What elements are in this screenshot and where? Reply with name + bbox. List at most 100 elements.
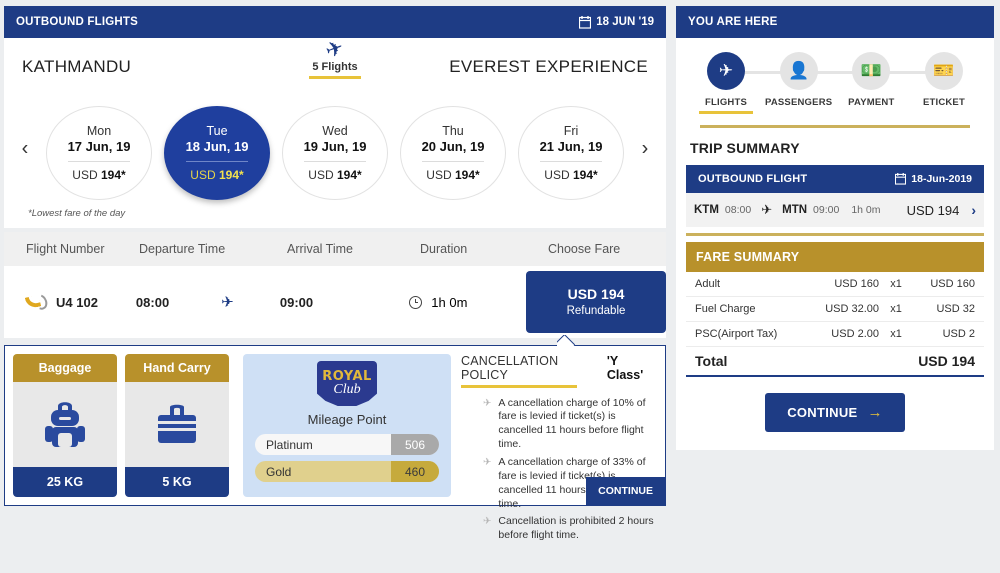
- hand-carry-card: Hand Carry 5 KG: [125, 354, 229, 497]
- duration-cell: 1h 0m: [409, 295, 526, 310]
- baggage-weight: 25 KG: [13, 467, 117, 497]
- policy-continue-button[interactable]: CONTINUE: [586, 477, 665, 505]
- date-option-wed[interactable]: Wed 19 Jun, 19 USD 194*: [282, 106, 388, 200]
- fare-row-qty: x1: [890, 328, 902, 340]
- step-active-underline: [772, 111, 826, 114]
- airplane-icon: ✈: [761, 202, 773, 217]
- fare-total-amount: USD 194: [918, 353, 975, 369]
- policy-items: ✈ A cancellation charge of 10% of fare i…: [461, 397, 657, 544]
- continue-button[interactable]: CONTINUE →: [765, 393, 905, 432]
- continue-button-label: CONTINUE: [787, 405, 858, 420]
- step-active-underline: [699, 111, 753, 114]
- date-option-dow: Wed: [322, 124, 348, 138]
- chevron-right-icon[interactable]: ›: [971, 202, 976, 218]
- fare-row-adult: Adult USD 160 x1 USD 160: [686, 272, 984, 297]
- choose-fare-button[interactable]: USD 194 Refundable: [526, 271, 666, 333]
- outbound-header-date-text: 18 JUN '19: [596, 16, 654, 28]
- col-departure-time: Departure Time: [139, 242, 226, 256]
- step-flights[interactable]: ✈ FLIGHTS: [690, 52, 762, 114]
- ticket-icon: 🎫: [924, 52, 963, 90]
- date-option-divider: [304, 161, 366, 162]
- fare-row-amount: USD 160: [930, 278, 975, 290]
- outbound-flights-card: OUTBOUND FLIGHTS 18 JUN '19 KATHMANDU ✈ …: [4, 6, 666, 228]
- trip-summary-divider: [686, 233, 984, 236]
- date-option-price: USD 194*: [190, 168, 244, 182]
- fare-row-unit: USD 160: [834, 278, 879, 290]
- mileage-card: ROYAL Club Mileage Point Platinum 506 Go…: [243, 354, 451, 497]
- fare-summary-table: Adult USD 160 x1 USD 160 Fuel Charge USD…: [686, 272, 984, 377]
- arrow-right-icon: →: [867, 404, 883, 421]
- baggage-title: Baggage: [13, 354, 117, 382]
- baggage-icon-wrap: [13, 382, 117, 467]
- date-option-divider: [540, 161, 602, 162]
- date-option-thu[interactable]: Thu 20 Jun, 19 USD 194*: [400, 106, 506, 200]
- step-payment[interactable]: 💵 PAYMENT: [835, 52, 907, 114]
- policy-title-underline: [461, 385, 577, 388]
- outbound-header-title: OUTBOUND FLIGHTS: [16, 16, 139, 28]
- fare-total-row: Total USD 194: [686, 347, 984, 377]
- date-option-tue[interactable]: Tue 18 Jun, 19 USD 194*: [164, 106, 270, 200]
- date-option-fri[interactable]: Fri 21 Jun, 19 USD 194*: [518, 106, 624, 200]
- right-sidebar: YOU ARE HERE ✈ FLIGHTS 👤 PASSENGERS 💵 PA…: [676, 6, 994, 573]
- col-arrival-time: Arrival Time: [287, 242, 353, 256]
- route-row: KATHMANDU ✈ 5 Flights EVEREST EXPERIENCE: [4, 36, 666, 96]
- date-option-dow: Thu: [442, 124, 464, 138]
- date-option-divider: [68, 161, 130, 162]
- arrival-time-cell: 09:00: [280, 295, 409, 310]
- origin-time: 08:00: [724, 204, 752, 216]
- carousel-prev-arrow[interactable]: ‹: [14, 138, 36, 161]
- step-active-underline: [917, 111, 971, 114]
- trip-outbound-title: OUTBOUND FLIGHT: [698, 173, 808, 185]
- fare-row-amount: USD 2: [942, 328, 975, 340]
- trip-summary-title: TRIP SUMMARY: [690, 140, 800, 156]
- calendar-icon: [579, 15, 592, 29]
- briefcase-icon: [158, 404, 196, 443]
- arrival-time-value: 09:00: [279, 294, 314, 310]
- carousel-next-arrow[interactable]: ›: [634, 138, 656, 161]
- fare-amount: USD 194: [567, 285, 625, 302]
- trip-outbound-date: 18-Jun-2019: [895, 173, 972, 185]
- airplane-bullet-icon: ✈: [483, 456, 492, 468]
- fare-total-label: Total: [695, 353, 728, 369]
- trip-outbound-row[interactable]: KTM 08:00 ✈ MTN 09:00 1h 0m USD 194 ›: [686, 193, 984, 227]
- airplane-bullet-icon: ✈: [483, 516, 492, 528]
- fare-summary-title: FARE SUMMARY: [686, 242, 984, 272]
- airline-logo-icon: [24, 291, 50, 313]
- col-flight-number: Flight Number: [26, 242, 105, 256]
- tier-points: 506: [391, 434, 439, 456]
- tier-name: Platinum: [266, 437, 313, 452]
- stepper-divider: [700, 125, 970, 128]
- fare-row-qty: x1: [890, 303, 902, 315]
- date-option-price: USD 194*: [308, 168, 362, 182]
- flight-number-cell: U4 102: [4, 291, 136, 313]
- policy-item-text: A cancellation charge of 10% of fare is …: [498, 396, 646, 451]
- royal-club-logo-bottom: Club: [333, 381, 361, 397]
- fare-row-amount: USD 32: [936, 303, 975, 315]
- policy-item: ✈ Cancellation is prohibited 2 hours bef…: [483, 515, 657, 543]
- choose-fare-cell: USD 194 Refundable: [526, 271, 666, 333]
- origin-code: KTM: [694, 204, 719, 216]
- step-eticket[interactable]: 🎫 ETICKET: [908, 52, 980, 114]
- col-choose-fare: Choose Fare: [548, 242, 621, 256]
- mileage-tier-gold: Gold 460: [255, 461, 439, 482]
- step-passengers[interactable]: 👤 PASSENGERS: [763, 52, 835, 114]
- mileage-tier-platinum: Platinum 506: [255, 434, 439, 456]
- fare-class-badge: 'Y Class': [606, 354, 644, 382]
- step-active-underline: [844, 111, 898, 114]
- fare-row-unit: USD 32.00: [825, 303, 879, 315]
- royal-club-logo: ROYAL Club: [317, 361, 377, 407]
- policy-title: CANCELLATION POLICY: [461, 354, 559, 382]
- origin-city: KATHMANDU: [22, 57, 132, 76]
- wallet-icon: 💵: [852, 52, 891, 90]
- hand-carry-icon-wrap: [125, 382, 229, 467]
- sidebar-continue-wrap: CONTINUE →: [676, 377, 994, 450]
- date-option-divider: [186, 161, 248, 162]
- tier-name: Gold: [266, 464, 292, 479]
- mileage-point-title: Mileage Point: [307, 412, 387, 428]
- fare-details-panel: Baggage 25 KG Hand Carry 5 KG ROYAL Club…: [4, 345, 666, 541]
- baggage-card: Baggage 25 KG: [13, 354, 117, 497]
- flight-table-row: U4 102 08:00 ✈ 09:00 1h 0m USD 194 Refun…: [4, 266, 666, 338]
- date-option-mon[interactable]: Mon 17 Jun, 19 USD 194*: [46, 106, 152, 200]
- flight-results-table: Flight Number Departure Time Arrival Tim…: [4, 232, 666, 338]
- step-label: ETICKET: [922, 97, 965, 108]
